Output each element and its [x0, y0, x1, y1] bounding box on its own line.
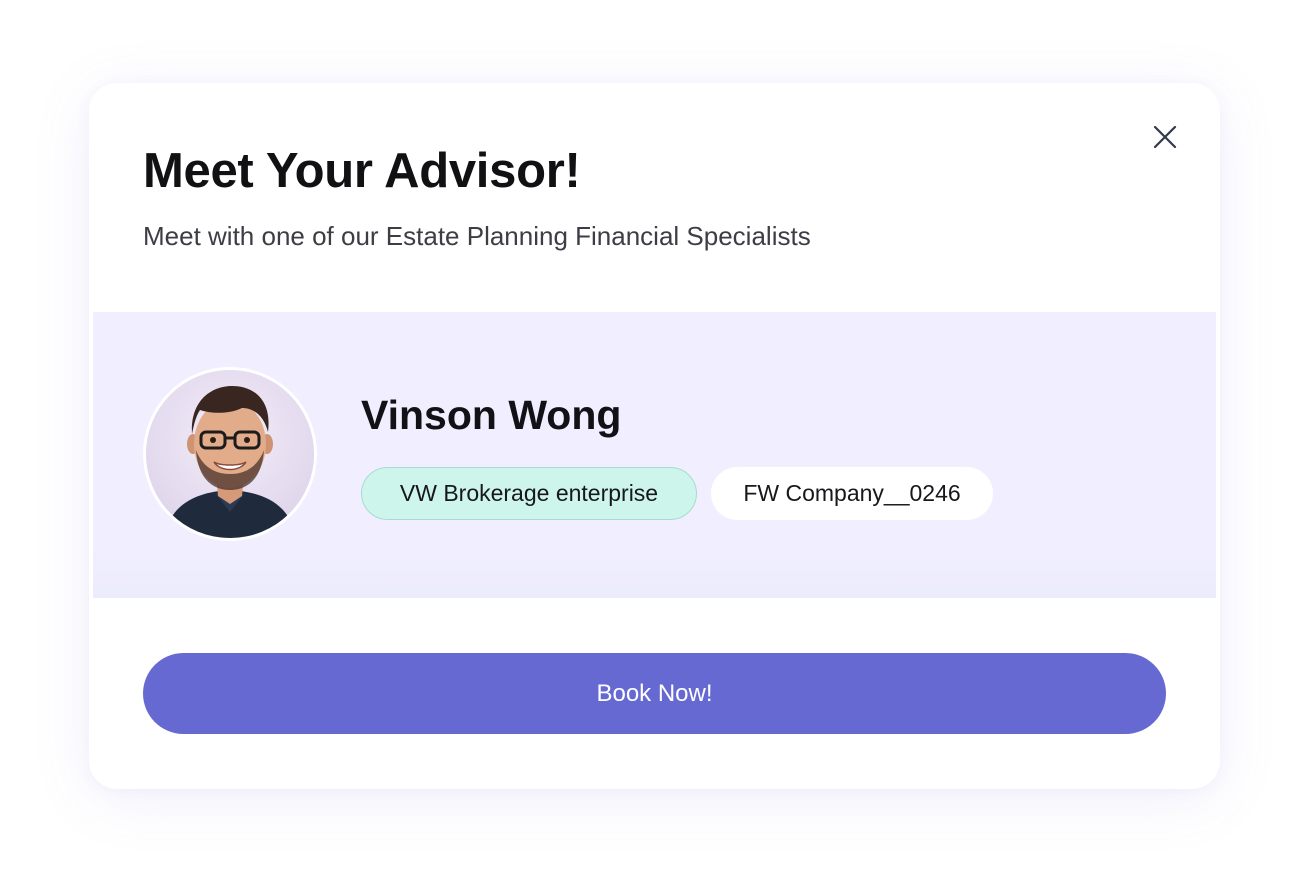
- book-now-button[interactable]: Book Now!: [143, 653, 1166, 734]
- advisor-modal: Meet Your Advisor! Meet with one of our …: [89, 83, 1220, 789]
- avatar-photo: [146, 370, 314, 538]
- modal-subtitle: Meet with one of our Estate Planning Fin…: [143, 221, 811, 251]
- close-icon: [1153, 125, 1177, 149]
- advisor-card: Vinson Wong VW Brokerage enterprise FW C…: [93, 312, 1216, 598]
- brokerage-tag: VW Brokerage enterprise: [361, 467, 697, 520]
- close-button[interactable]: [1151, 123, 1179, 151]
- modal-title: Meet Your Advisor!: [143, 144, 581, 198]
- company-tag: FW Company__0246: [711, 467, 993, 520]
- advisor-name: Vinson Wong: [361, 392, 622, 438]
- advisor-avatar: [143, 367, 317, 541]
